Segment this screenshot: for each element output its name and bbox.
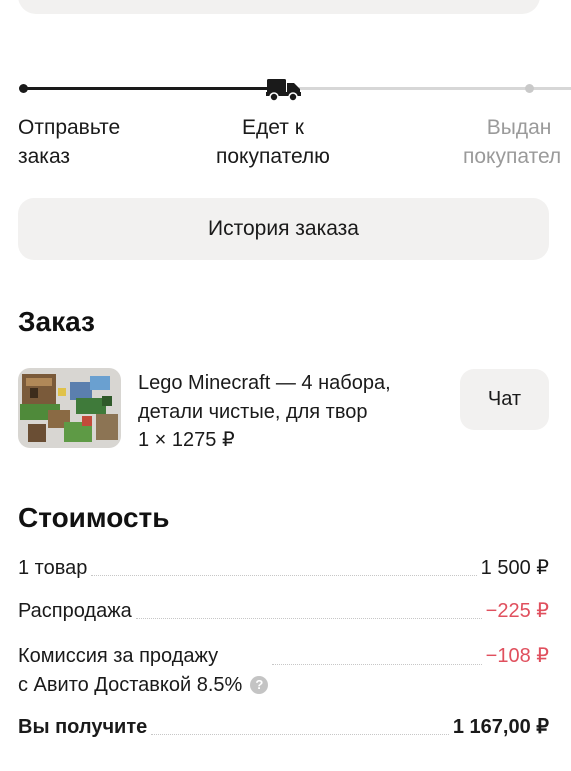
top-card xyxy=(18,0,540,14)
chat-button[interactable]: Чат xyxy=(460,369,549,430)
step-delivered-line2: покупател xyxy=(463,145,562,168)
progress-end-dot xyxy=(525,84,534,93)
cost-fee-label: Комиссия за продажу с Авито Доставкой 8.… xyxy=(18,642,269,700)
cost-row-items: 1 товар 1 500 ₽ xyxy=(18,554,549,582)
cost-fee-label-line1: Комиссия за продажу xyxy=(18,645,219,667)
cost-items-value: 1 500 ₽ xyxy=(480,557,549,579)
cost-fee-value: −108 ₽ xyxy=(485,645,549,667)
product-title-line2: детали чистые, для твор xyxy=(138,401,368,423)
step-delivered: Выдан покупател xyxy=(463,113,561,171)
dotted-leader xyxy=(91,575,477,576)
step-delivered-line1: Выдан xyxy=(486,116,552,139)
step-sent: Отправьте заказ xyxy=(18,113,120,171)
step-on-the-way-line1: Едет к xyxy=(242,116,304,139)
progress-start-dot xyxy=(19,84,28,93)
product-quantity-price: 1 × 1275 ₽ xyxy=(138,429,235,451)
order-history-button[interactable]: История заказа xyxy=(18,198,549,260)
delivery-progress xyxy=(0,70,571,110)
help-icon[interactable]: ? xyxy=(250,676,269,694)
cost-total-label: Вы получите xyxy=(18,716,148,738)
dotted-leader xyxy=(151,734,449,735)
order-page: Отправьте заказ Едет к покупателю Выдан … xyxy=(0,0,571,771)
product-title[interactable]: Lego Minecraft — 4 набора, детали чистые… xyxy=(138,369,443,427)
cost-row-total: Вы получите 1 167,00 ₽ xyxy=(18,713,549,741)
dotted-leader xyxy=(272,664,482,665)
cost-row-sale: Распродажа −225 ₽ xyxy=(18,597,549,625)
dotted-leader xyxy=(135,618,482,619)
cost-total-value: 1 167,00 ₽ xyxy=(452,716,549,738)
progress-line-done xyxy=(22,87,274,90)
cost-row-fee: Комиссия за продажу с Авито Доставкой 8.… xyxy=(18,642,549,700)
step-on-the-way-line2: покупателю xyxy=(216,145,330,168)
order-heading: Заказ xyxy=(18,306,95,337)
product-thumbnail[interactable] xyxy=(18,368,121,448)
cost-fee-label-line2: с Авито Доставкой 8.5% xyxy=(18,674,243,696)
truck-icon xyxy=(266,79,301,102)
product-image xyxy=(18,368,121,448)
step-on-the-way: Едет к покупателю xyxy=(216,113,330,171)
step-sent-line2: заказ xyxy=(18,145,71,168)
step-sent-line1: Отправьте xyxy=(18,116,121,139)
cost-sale-label: Распродажа xyxy=(18,600,132,622)
cost-heading: Стоимость xyxy=(18,502,170,533)
product-title-line1: Lego Minecraft — 4 набора, xyxy=(138,372,391,394)
cost-sale-value: −225 ₽ xyxy=(485,600,549,622)
cost-items-label: 1 товар xyxy=(18,557,88,579)
